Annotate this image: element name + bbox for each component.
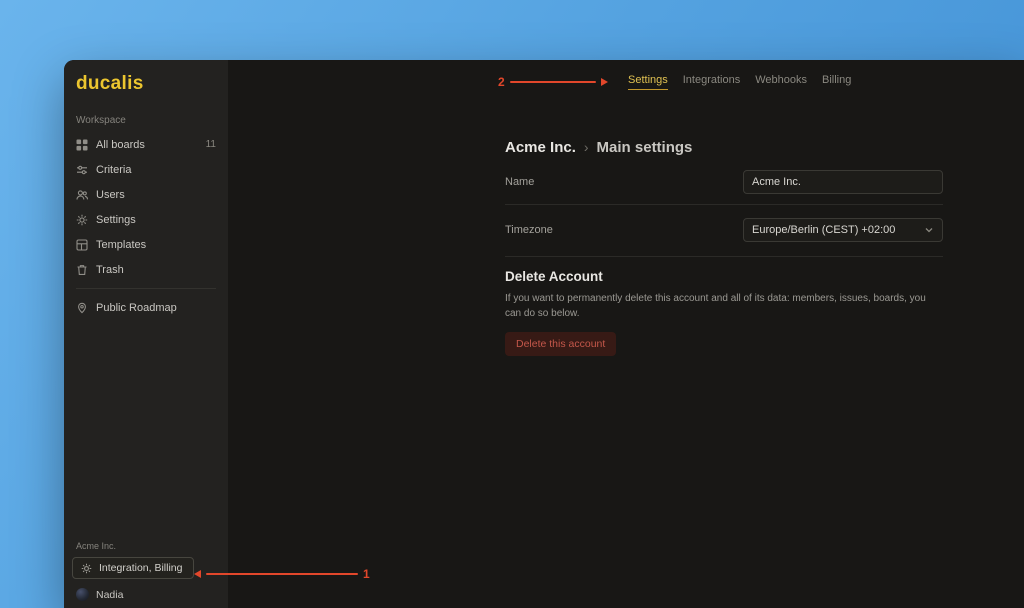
arrow-line [206,573,358,575]
timezone-select[interactable]: Europe/Berlin (CEST) +02:00 [743,218,943,242]
delete-account-description: If you want to permanently delete this a… [505,292,943,321]
main-content: Settings Integrations Webhooks Billing 2… [228,60,1024,608]
timezone-row: Timezone Europe/Berlin (CEST) +02:00 [505,218,943,242]
page-title: Main settings [597,139,693,156]
sidebar-item-label: Users [96,189,216,201]
sidebar: ducalis Workspace All boards 11 Criteria… [64,60,228,608]
user-name: Nadia [96,589,123,601]
settings-form: Acme Inc. › Main settings Name Timezone … [505,60,943,356]
name-label: Name [505,176,534,188]
divider [505,204,943,205]
sidebar-item-trash[interactable]: Trash [64,257,228,282]
sidebar-item-label: Public Roadmap [96,302,216,314]
arrow-left-icon [194,570,201,578]
map-pin-icon [76,302,88,314]
sidebar-item-settings[interactable]: Settings [64,207,228,232]
workspace-section-label: Workspace [76,115,216,126]
divider [505,256,943,257]
breadcrumb: Acme Inc. › Main settings [505,136,943,158]
boards-count-badge: 11 [206,139,216,150]
workspace-name-input[interactable] [743,170,943,194]
breadcrumb-workspace: Acme Inc. [505,139,576,156]
app-window: ducalis Workspace All boards 11 Criteria… [64,60,1024,608]
avatar [76,588,89,601]
annotation-number: 1 [363,567,370,581]
annotation-step-1: 1 [194,567,370,581]
user-menu[interactable]: Nadia [76,588,216,601]
delete-account-title: Delete Account [505,269,943,284]
integration-billing-button[interactable]: Integration, Billing [72,557,194,579]
sidebar-item-label: Settings [96,214,216,226]
workspace-name: Acme Inc. [76,541,216,551]
chevron-down-icon [924,225,934,235]
sidebar-item-templates[interactable]: Templates [64,232,228,257]
name-row: Name [505,170,943,194]
sidebar-item-public-roadmap[interactable]: Public Roadmap [64,295,228,320]
grid-icon [76,139,88,151]
sidebar-item-users[interactable]: Users [64,182,228,207]
templates-icon [76,239,88,251]
users-icon [76,189,88,201]
integration-billing-label: Integration, Billing [99,562,182,574]
delete-account-button[interactable]: Delete this account [505,332,616,356]
annotation-number: 2 [498,75,505,89]
timezone-label: Timezone [505,224,553,236]
gear-icon [81,563,92,574]
chevron-right-icon: › [584,139,589,155]
sidebar-item-label: Templates [96,239,216,251]
sidebar-item-label: Trash [96,264,216,276]
sidebar-item-all-boards[interactable]: All boards 11 [64,132,228,157]
timezone-value: Europe/Berlin (CEST) +02:00 [752,224,895,236]
sidebar-item-label: Criteria [96,164,216,176]
sidebar-item-label: All boards [96,139,198,151]
gear-icon [76,214,88,226]
sidebar-item-criteria[interactable]: Criteria [64,157,228,182]
app-logo: ducalis [76,73,216,95]
trash-icon [76,264,88,276]
sidebar-divider [76,288,216,289]
criteria-icon [76,164,88,176]
